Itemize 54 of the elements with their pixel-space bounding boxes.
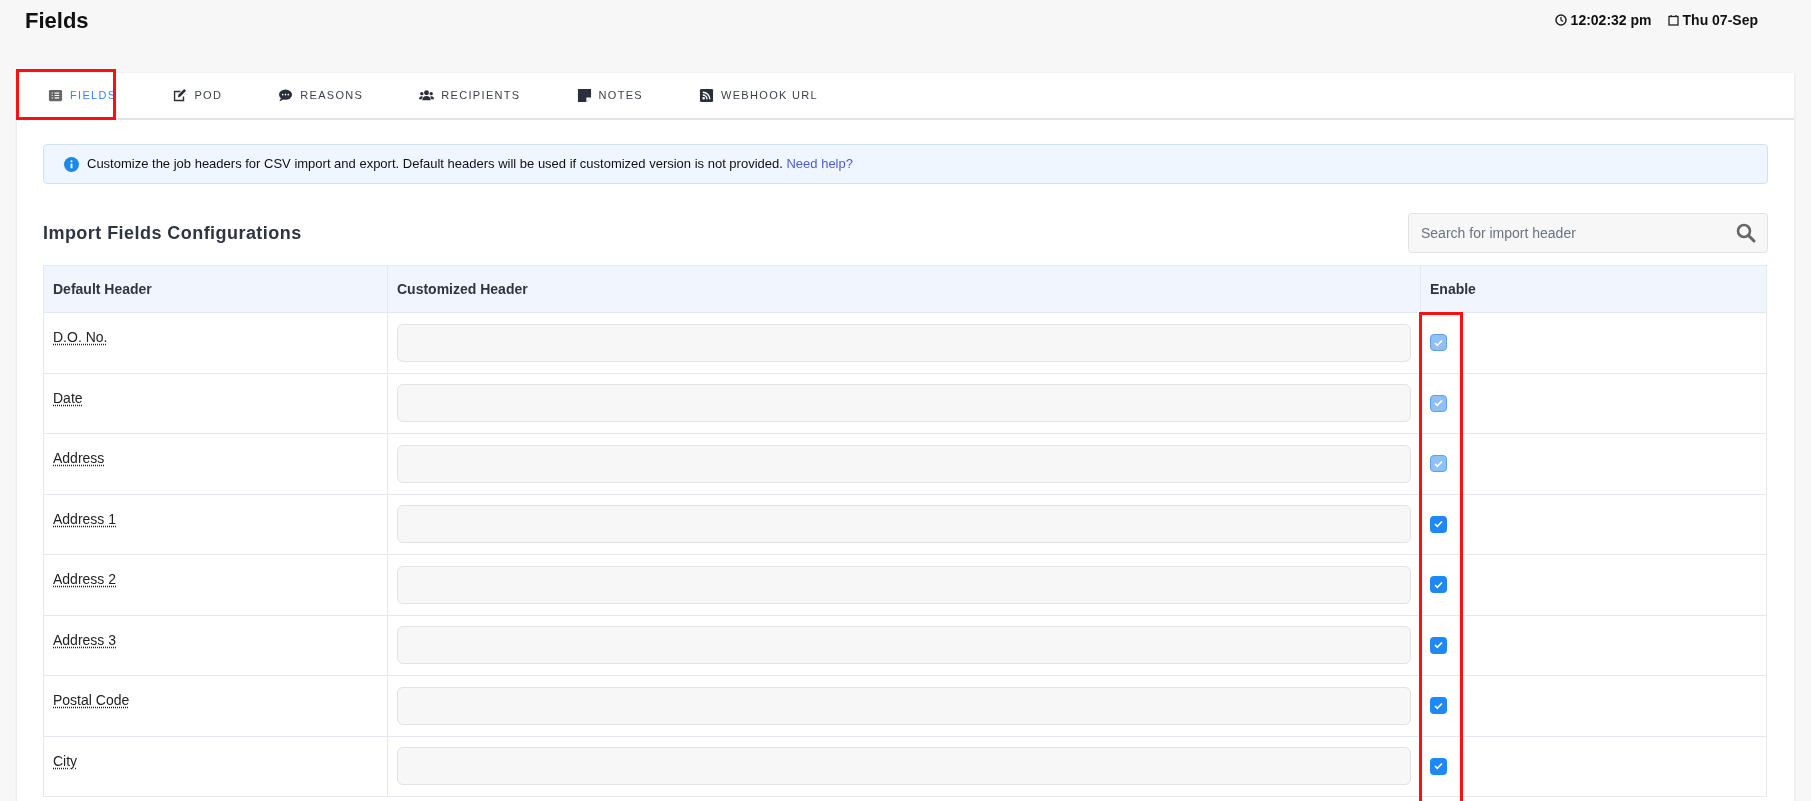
check-icon: [1434, 701, 1443, 710]
enable-checkbox[interactable]: [1430, 515, 1447, 533]
customized-header-field[interactable]: [397, 747, 1411, 786]
check-icon: [1434, 762, 1443, 771]
section-heading: Import Fields Configurations: [43, 221, 302, 245]
enable-checkbox[interactable]: [1430, 697, 1447, 715]
enable-checkbox[interactable]: [1430, 757, 1447, 775]
note-icon: [576, 88, 592, 103]
enable-checkbox[interactable]: [1430, 576, 1447, 594]
default-header-text: Address 1: [53, 510, 117, 527]
edit-icon: [172, 88, 188, 103]
search-field[interactable]: Search for import header: [1408, 213, 1768, 253]
default-header-text: Address: [53, 450, 105, 466]
default-header-text: City: [53, 752, 78, 769]
column-header: Default Header: [53, 280, 152, 297]
tab[interactable]: WEBHOOK URL: [686, 73, 832, 118]
customized-header-field[interactable]: [397, 686, 1411, 725]
check-icon: [1434, 520, 1443, 529]
customized-header-field[interactable]: [397, 505, 1411, 544]
rss-icon: [699, 88, 714, 103]
customized-header-field[interactable]: [397, 323, 1411, 362]
help-link[interactable]: Need help?: [786, 156, 853, 172]
speech-bubble-icon: [278, 88, 294, 103]
customized-header-field[interactable]: [397, 626, 1411, 665]
date-text: Thu 07-Sep: [1682, 10, 1758, 30]
info-text: Customize the job headers for CSV import and export. Default headers will be used if customized version is not provided. Need help?: [87, 155, 853, 174]
column-header: Enable: [1430, 280, 1476, 297]
info-icon: [64, 156, 79, 172]
check-icon: [1434, 399, 1443, 408]
list-icon: [48, 88, 63, 103]
default-header-text: Address 2: [53, 571, 117, 587]
calendar-icon: [1667, 14, 1679, 26]
clock-icon: [1554, 14, 1567, 26]
check-icon: [1434, 459, 1443, 468]
default-header-text: Date: [53, 389, 83, 406]
tab[interactable]: REASONS: [265, 73, 377, 118]
default-header-text: Address 3: [53, 631, 117, 648]
customized-header-field[interactable]: [397, 565, 1411, 604]
column-header: Customized Header: [397, 280, 528, 297]
tab[interactable]: POD: [159, 73, 236, 118]
customized-header-field[interactable]: [397, 384, 1411, 423]
users-icon: [419, 88, 435, 103]
search-icon: [1736, 223, 1756, 243]
check-icon: [1434, 338, 1443, 347]
clock-time: 12:02:32 pm: [1570, 10, 1652, 30]
check-icon: [1434, 641, 1443, 650]
tab[interactable]: NOTES: [563, 73, 656, 118]
tab[interactable]: RECIPIENTS: [406, 73, 534, 118]
check-icon: [1434, 580, 1443, 589]
default-header-text: D.O. No.: [53, 329, 108, 345]
default-header-text: Postal Code: [53, 692, 130, 708]
page-title: Fields: [25, 6, 89, 35]
enable-checkbox[interactable]: [1430, 636, 1447, 654]
customized-header-field[interactable]: [397, 444, 1411, 483]
